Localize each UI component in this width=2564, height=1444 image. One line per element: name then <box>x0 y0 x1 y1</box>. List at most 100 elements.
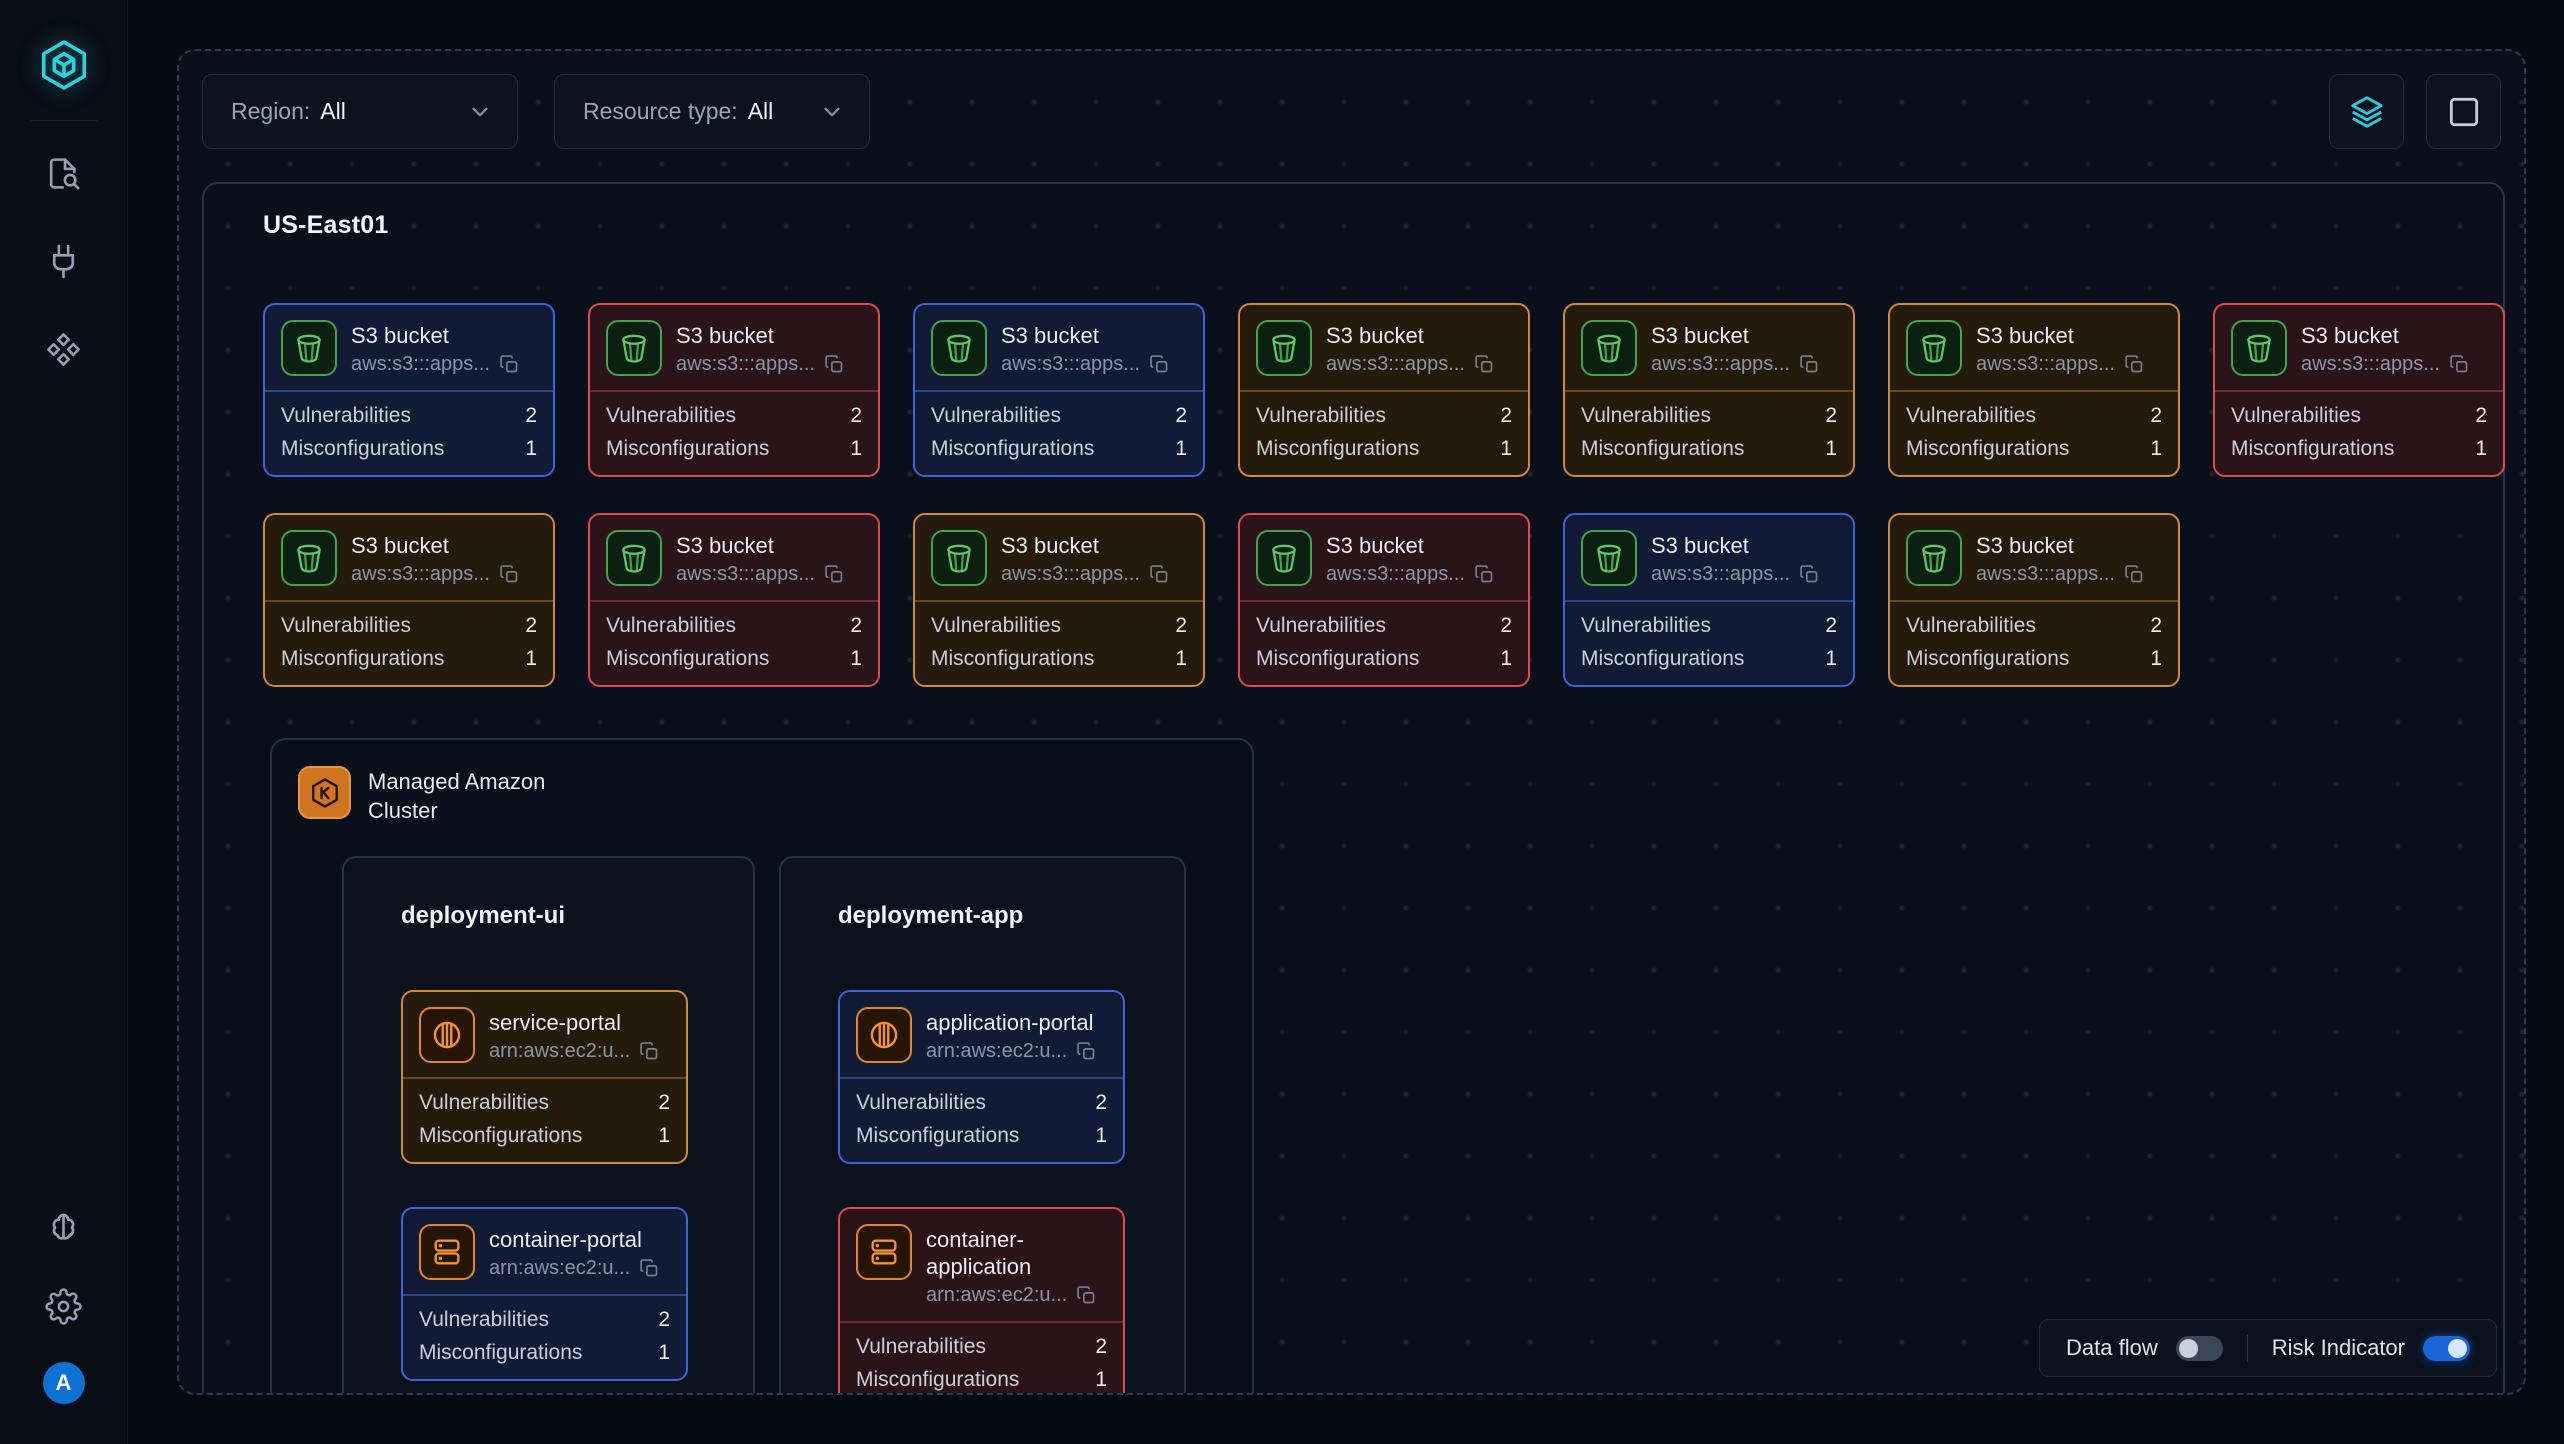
resource-title: application-portal <box>926 1010 1107 1037</box>
resource-arn-row: aws:s3:::apps... <box>1001 563 1187 586</box>
vulnerabilities-label: Vulnerabilities <box>419 1091 549 1115</box>
sidebar-divider <box>31 120 97 121</box>
asset-search-icon[interactable] <box>40 149 88 197</box>
deployment-title: deployment-app <box>838 902 1184 930</box>
resource-arn-row: arn:aws:ec2:u... <box>926 1284 1107 1307</box>
resource-card[interactable]: S3 bucket aws:s3:::apps... Vulnerabiliti… <box>913 303 1205 477</box>
resource-arn: aws:s3:::apps... <box>1326 353 1465 376</box>
misconfigurations-count: 1 <box>850 437 862 461</box>
frame-icon <box>2445 93 2483 131</box>
resource-card[interactable]: S3 bucket aws:s3:::apps... Vulnerabiliti… <box>1563 513 1855 687</box>
vulnerabilities-count: 2 <box>1175 404 1187 428</box>
container-circle-icon <box>856 1007 912 1063</box>
deployment-group-ui: deployment-ui service-portal arn:aws:ec2… <box>342 856 755 1395</box>
copy-icon[interactable] <box>1474 354 1495 375</box>
resource-card[interactable]: container-application arn:aws:ec2:u... V… <box>838 1207 1125 1395</box>
frame-view-button[interactable] <box>2426 74 2501 149</box>
resource-card-header: S3 bucket aws:s3:::apps... <box>1890 515 2178 600</box>
components-grid-icon[interactable] <box>40 325 88 373</box>
resource-card-header: S3 bucket aws:s3:::apps... <box>1565 305 1853 390</box>
copy-icon[interactable] <box>1076 1041 1097 1062</box>
user-avatar[interactable]: A <box>43 1362 85 1404</box>
hexagon-cube-logo-icon <box>37 38 91 92</box>
copy-icon[interactable] <box>1474 564 1495 585</box>
resource-arn: arn:aws:ec2:u... <box>489 1257 630 1280</box>
resource-meta: container-application arn:aws:ec2:u... <box>926 1224 1107 1307</box>
resource-card[interactable]: application-portal arn:aws:ec2:u... Vuln… <box>838 990 1125 1164</box>
copy-icon[interactable] <box>1149 354 1170 375</box>
vulnerabilities-count: 2 <box>2150 614 2162 638</box>
s3-bucket-icon <box>931 320 987 376</box>
misconfigurations-row: Misconfigurations 1 <box>1906 647 2162 671</box>
resource-card[interactable]: S3 bucket aws:s3:::apps... Vulnerabiliti… <box>588 513 880 687</box>
resource-card-header: application-portal arn:aws:ec2:u... <box>840 992 1123 1077</box>
misconfigurations-row: Misconfigurations 1 <box>1581 437 1837 461</box>
copy-icon[interactable] <box>2449 354 2470 375</box>
resource-title: S3 bucket <box>1651 533 1837 560</box>
data-flow-toggle[interactable] <box>2176 1336 2223 1361</box>
misconfigurations-count: 1 <box>1500 437 1512 461</box>
resource-card[interactable]: service-portal arn:aws:ec2:u... Vulnerab… <box>401 990 688 1164</box>
resource-card[interactable]: S3 bucket aws:s3:::apps... Vulnerabiliti… <box>1563 303 1855 477</box>
toggle-knob <box>2179 1339 2198 1358</box>
resource-card[interactable]: S3 bucket aws:s3:::apps... Vulnerabiliti… <box>1888 513 2180 687</box>
cluster-title: Managed Amazon Cluster <box>368 766 578 825</box>
resource-card[interactable]: S3 bucket aws:s3:::apps... Vulnerabiliti… <box>2213 303 2505 477</box>
resource-card[interactable]: S3 bucket aws:s3:::apps... Vulnerabiliti… <box>263 513 555 687</box>
copy-icon[interactable] <box>1149 564 1170 585</box>
resource-card[interactable]: S3 bucket aws:s3:::apps... Vulnerabiliti… <box>913 513 1205 687</box>
copy-icon[interactable] <box>2124 354 2145 375</box>
copy-icon[interactable] <box>499 564 520 585</box>
resource-stats: Vulnerabilities 2 Misconfigurations 1 <box>1565 600 1853 685</box>
resource-stats: Vulnerabilities 2 Misconfigurations 1 <box>590 390 878 475</box>
integrations-plug-icon[interactable] <box>40 237 88 285</box>
resource-card[interactable]: S3 bucket aws:s3:::apps... Vulnerabiliti… <box>263 303 555 477</box>
resource-card[interactable]: S3 bucket aws:s3:::apps... Vulnerabiliti… <box>588 303 880 477</box>
ai-brain-icon[interactable] <box>40 1202 88 1250</box>
container-stack-icon <box>856 1224 912 1280</box>
layers-view-button[interactable] <box>2329 74 2404 149</box>
vulnerabilities-row: Vulnerabilities 2 <box>281 404 537 428</box>
resource-card[interactable]: S3 bucket aws:s3:::apps... Vulnerabiliti… <box>1888 303 2180 477</box>
resource-meta: S3 bucket aws:s3:::apps... <box>1976 320 2162 376</box>
settings-gear-icon[interactable] <box>40 1282 88 1330</box>
misconfigurations-label: Misconfigurations <box>931 647 1094 671</box>
copy-icon[interactable] <box>1799 564 1820 585</box>
misconfigurations-row: Misconfigurations 1 <box>281 647 537 671</box>
copy-icon[interactable] <box>1799 354 1820 375</box>
vulnerabilities-row: Vulnerabilities 2 <box>856 1335 1107 1359</box>
copy-icon[interactable] <box>2124 564 2145 585</box>
misconfigurations-label: Misconfigurations <box>419 1124 582 1148</box>
risk-indicator-toggle[interactable] <box>2423 1336 2470 1361</box>
resource-card[interactable]: container-portal arn:aws:ec2:u... Vulner… <box>401 1207 688 1381</box>
resource-card-header: S3 bucket aws:s3:::apps... <box>2215 305 2503 390</box>
copy-icon[interactable] <box>639 1041 660 1062</box>
resource-arn: aws:s3:::apps... <box>351 353 490 376</box>
resource-card-header: service-portal arn:aws:ec2:u... <box>403 992 686 1077</box>
resource-arn-row: aws:s3:::apps... <box>1651 563 1837 586</box>
view-buttons <box>2329 74 2501 149</box>
copy-icon[interactable] <box>639 1258 660 1279</box>
resource-stats: Vulnerabilities 2 Misconfigurations 1 <box>1565 390 1853 475</box>
copy-icon[interactable] <box>1076 1285 1097 1306</box>
resource-card-header: container-application arn:aws:ec2:u... <box>840 1209 1123 1321</box>
resource-stats: Vulnerabilities 2 Misconfigurations 1 <box>915 600 1203 685</box>
vulnerabilities-count: 2 <box>1825 404 1837 428</box>
vulnerabilities-label: Vulnerabilities <box>281 404 411 428</box>
copy-icon[interactable] <box>824 354 845 375</box>
resource-card[interactable]: S3 bucket aws:s3:::apps... Vulnerabiliti… <box>1238 303 1530 477</box>
misconfigurations-count: 1 <box>658 1124 670 1148</box>
graph-canvas[interactable]: Region: All Resource type: All US-East01 <box>177 49 2526 1395</box>
region-filter[interactable]: Region: All <box>202 74 518 149</box>
vulnerabilities-label: Vulnerabilities <box>606 614 736 638</box>
resource-type-filter-value: All <box>748 98 774 125</box>
copy-icon[interactable] <box>499 354 520 375</box>
app-logo[interactable] <box>33 34 95 96</box>
container-stack-icon <box>419 1224 475 1280</box>
vulnerabilities-label: Vulnerabilities <box>281 614 411 638</box>
vulnerabilities-count: 2 <box>2475 404 2487 428</box>
misconfigurations-count: 1 <box>1175 437 1187 461</box>
resource-card[interactable]: S3 bucket aws:s3:::apps... Vulnerabiliti… <box>1238 513 1530 687</box>
copy-icon[interactable] <box>824 564 845 585</box>
resource-type-filter[interactable]: Resource type: All <box>554 74 870 149</box>
